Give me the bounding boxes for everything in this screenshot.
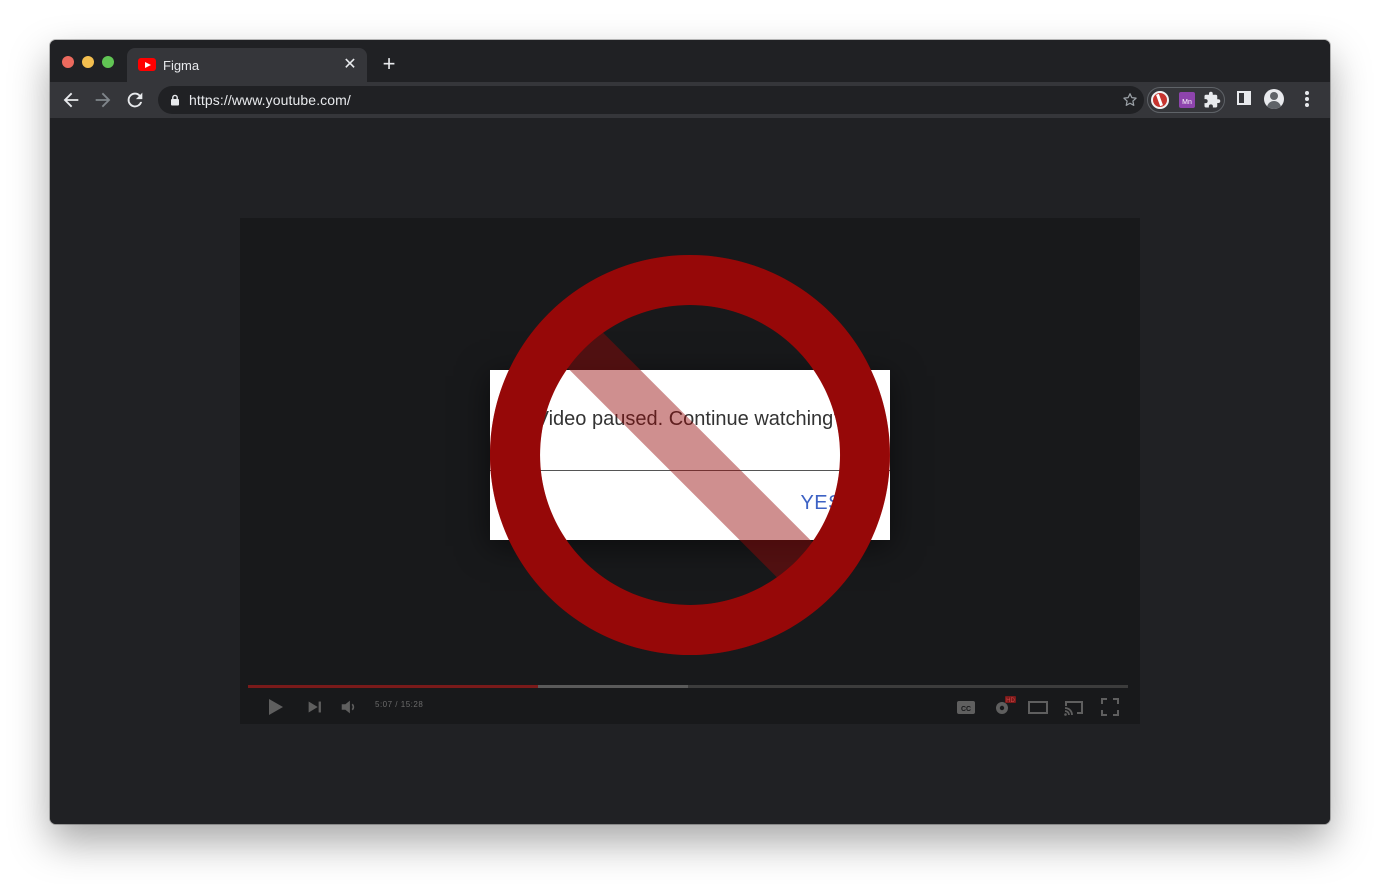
- close-window-button[interactable]: [62, 56, 74, 68]
- lock-icon: [171, 94, 179, 106]
- cast-button[interactable]: [1062, 696, 1086, 718]
- progress-bar[interactable]: [248, 685, 1128, 688]
- side-panel-icon[interactable]: [1237, 91, 1251, 105]
- current-time: 5:07: [375, 700, 393, 709]
- play-button[interactable]: [264, 696, 286, 718]
- url-text: https://www.youtube.com/: [189, 92, 351, 108]
- theater-mode-button[interactable]: [1027, 696, 1049, 718]
- play-icon: [269, 699, 283, 715]
- fullscreen-icon: [1101, 698, 1119, 716]
- maximize-window-button[interactable]: [102, 56, 114, 68]
- progress-played: [248, 685, 539, 688]
- browser-window: Figma ✕ + https://www.youtube.com/ Mn Vi…: [50, 40, 1330, 824]
- new-tab-button[interactable]: +: [378, 53, 400, 75]
- page-content: Video paused. Continue watching? YES 5:0…: [50, 118, 1330, 824]
- browser-toolbar: https://www.youtube.com/ Mn: [50, 82, 1330, 118]
- mn-icon[interactable]: Mn: [1179, 92, 1195, 108]
- yes-button[interactable]: YES: [800, 492, 842, 515]
- profile-avatar-icon[interactable]: [1264, 89, 1284, 109]
- theater-mode-icon: [1028, 701, 1048, 714]
- browser-tab[interactable]: Figma ✕: [127, 48, 367, 82]
- arrow-left-icon: [63, 92, 79, 108]
- captions-button[interactable]: CC: [955, 696, 977, 718]
- puzzle-icon[interactable]: [1203, 91, 1221, 109]
- arrow-right-icon: [95, 92, 111, 108]
- extensions-group: Mn: [1147, 87, 1225, 113]
- close-tab-icon[interactable]: ✕: [341, 56, 359, 74]
- duration: 15:28: [400, 700, 424, 709]
- volume-icon: [341, 700, 355, 714]
- reload-icon: [127, 92, 143, 108]
- back-button[interactable]: [60, 89, 82, 111]
- hd-badge: HD: [1006, 698, 1015, 704]
- captions-icon: CC: [957, 701, 975, 714]
- svg-text:CC: CC: [961, 706, 971, 713]
- fullscreen-button[interactable]: [1099, 696, 1121, 718]
- cast-icon: [1064, 701, 1083, 716]
- kebab-menu-icon[interactable]: [1305, 91, 1309, 107]
- next-button[interactable]: [305, 696, 325, 718]
- settings-icon: HD: [996, 696, 1016, 714]
- next-icon: [308, 701, 321, 713]
- time-separator: /: [392, 700, 401, 709]
- volume-button[interactable]: [339, 696, 359, 718]
- no-icon[interactable]: [1151, 91, 1169, 109]
- address-bar[interactable]: https://www.youtube.com/: [158, 86, 1144, 114]
- time-display: 5:07 / 15:28: [375, 700, 423, 709]
- tab-strip: Figma ✕ +: [50, 40, 1330, 82]
- minimize-window-button[interactable]: [82, 56, 94, 68]
- tab-title: Figma: [163, 58, 200, 73]
- video-player: Video paused. Continue watching? YES 5:0…: [240, 218, 1140, 724]
- pause-dialog: Video paused. Continue watching? YES: [490, 370, 890, 540]
- reload-button[interactable]: [124, 89, 146, 111]
- youtube-icon: [138, 58, 156, 71]
- dialog-message: Video paused. Continue watching?: [535, 408, 845, 430]
- forward-button[interactable]: [92, 89, 114, 111]
- dialog-divider: [490, 470, 890, 471]
- settings-button[interactable]: HD: [991, 696, 1017, 718]
- bookmark-star-icon[interactable]: [1120, 90, 1140, 110]
